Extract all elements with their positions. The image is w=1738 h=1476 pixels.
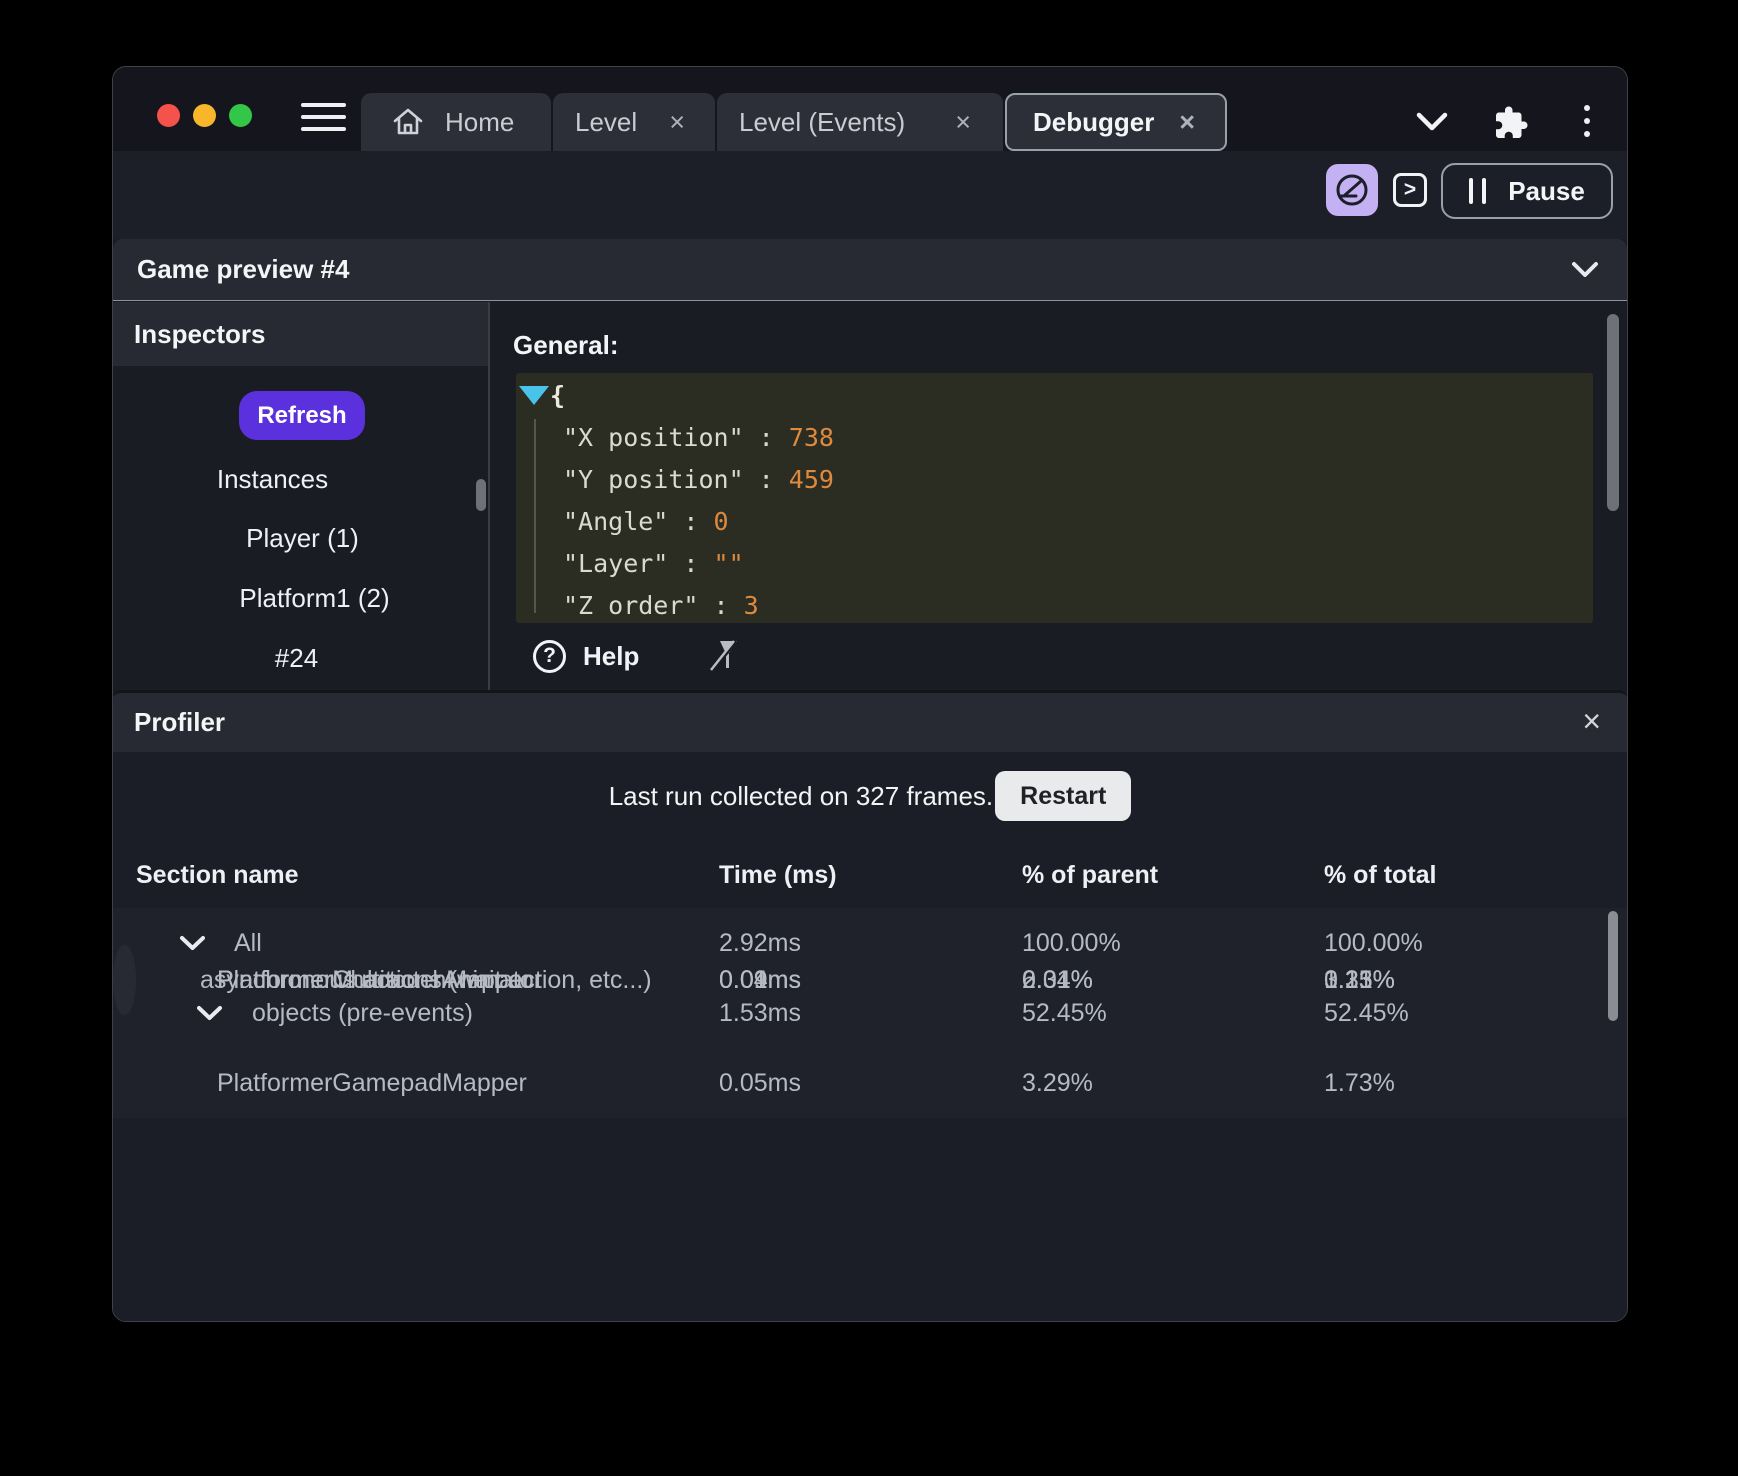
code-line: { — [550, 381, 566, 410]
time-value: 0.04ms — [719, 965, 801, 994]
table-row[interactable]: PlatformerGamepadMapper 0.05ms 3.29% 1.7… — [113, 1048, 1627, 1118]
tab-level-events[interactable]: Level (Events) × — [717, 93, 1003, 151]
collapse-chevron-icon[interactable] — [1571, 261, 1599, 279]
pause-button[interactable]: Pause — [1441, 163, 1613, 219]
profiler-status-row: Last run collected on 327 frames. Restar… — [113, 771, 1627, 821]
extensions-puzzle-icon[interactable] — [1493, 105, 1529, 141]
more-options-icon[interactable] — [1583, 105, 1591, 139]
pin-off-icon[interactable] — [709, 639, 741, 673]
percent-total: 1.23% — [1324, 965, 1395, 994]
section-name: PlatformerMultitouchMapper — [217, 965, 532, 994]
code-value: 738 — [788, 423, 834, 452]
json-viewer: { "X position" : 738 "Y position" : 459 … — [516, 373, 1593, 623]
percent-total: 52.45% — [1324, 998, 1409, 1027]
close-tab-icon[interactable]: × — [1175, 108, 1199, 136]
general-scrollbar[interactable] — [1607, 314, 1619, 511]
tab-debugger[interactable]: Debugger × — [1005, 93, 1227, 151]
profiler-table-rows: All 2.92ms 100.00% 100.00% asynchronous … — [113, 908, 1627, 1321]
close-window-button[interactable] — [157, 104, 180, 127]
code-value: 3 — [743, 591, 759, 620]
collapse-triangle-icon[interactable] — [519, 386, 549, 405]
tab-home[interactable]: Home — [361, 93, 551, 151]
column-header: Time (ms) — [719, 860, 837, 889]
code-value: 459 — [788, 465, 834, 494]
column-header: % of total — [1324, 860, 1437, 889]
section-name: All — [234, 928, 262, 957]
column-header: Section name — [136, 860, 299, 889]
percent-parent: 2.34% — [1022, 965, 1093, 994]
chevron-down-icon[interactable] — [196, 1005, 223, 1022]
section-name: PlatformerGamepadMapper — [217, 1068, 527, 1097]
code-line: "Angle" : 0 — [563, 507, 729, 536]
percent-parent: 3.29% — [1022, 1068, 1093, 1097]
profiler-toggle-button[interactable] — [1326, 164, 1378, 216]
section-name: objects (pre-events) — [252, 998, 473, 1027]
close-profiler-icon[interactable]: × — [1582, 705, 1601, 737]
time-value: 0.05ms — [719, 1068, 801, 1097]
close-tab-icon[interactable]: × — [665, 108, 689, 136]
tab-label: Home — [445, 106, 515, 137]
pause-icon — [1469, 178, 1487, 204]
code-value: 0 — [713, 507, 729, 536]
percent-total: 100.00% — [1324, 928, 1423, 957]
help-row: ? Help — [533, 639, 741, 673]
refresh-button[interactable]: Refresh — [239, 391, 365, 440]
time-value: 2.92ms — [719, 928, 801, 957]
code-line: "X position" : 738 — [563, 423, 834, 452]
inspector-item-instances[interactable]: Instances — [217, 464, 328, 495]
code-value: "" — [713, 549, 744, 578]
game-preview-header[interactable]: Game preview #4 — [113, 239, 1627, 301]
code-line: "Layer" : "" — [563, 549, 744, 578]
close-tab-icon[interactable]: × — [951, 108, 975, 136]
inspector-item-platform1[interactable]: Platform1 (2) — [239, 583, 389, 614]
profiler-section: Profiler × Last run collected on 327 fra… — [113, 690, 1627, 1321]
game-preview-title: Game preview #4 — [137, 254, 350, 284]
percent-total: 1.73% — [1324, 1068, 1395, 1097]
main-panel: Game preview #4 Inspectors Refresh Insta… — [113, 239, 1627, 1321]
profiler-body: Last run collected on 327 frames. Restar… — [113, 752, 1627, 1321]
app-window: Home Level × Level (Events) × Debugger × — [112, 66, 1628, 1322]
percent-parent: 52.45% — [1022, 998, 1107, 1027]
table-row[interactable]: PlatformerMultitouchMapper 0.04ms 2.34% … — [113, 945, 1395, 1015]
chevron-down-icon[interactable] — [1415, 111, 1449, 133]
inspectors-panel: Inspectors Refresh Instances Player (1) … — [113, 302, 490, 690]
maximize-window-button[interactable] — [229, 104, 252, 127]
code-line: "Y position" : 459 — [563, 465, 834, 494]
profiler-status-text: Last run collected on 327 frames. — [608, 780, 994, 811]
titlebar: Home Level × Level (Events) × Debugger × — [113, 67, 1627, 151]
inspector-content: Inspectors Refresh Instances Player (1) … — [113, 302, 1627, 690]
tab-label: Level (Events) — [739, 106, 906, 137]
pause-label: Pause — [1508, 175, 1585, 206]
console-prompt-icon: > — [1403, 178, 1417, 201]
inspectors-header: Inspectors — [113, 302, 488, 366]
tab-label: Debugger — [1033, 106, 1155, 137]
profiler-table-header: Section name Time (ms) % of parent % of … — [113, 850, 1627, 900]
debugger-toolbar: > Pause — [113, 151, 1627, 239]
code-line: "Z order" : 3 — [563, 591, 759, 620]
menu-icon[interactable] — [301, 103, 346, 133]
inspectors-title: Inspectors — [134, 318, 266, 349]
minimize-window-button[interactable] — [193, 104, 216, 127]
profiler-title: Profiler — [134, 707, 226, 737]
percent-parent: 100.00% — [1022, 928, 1121, 957]
general-panel: General: { "X position" : 738 "Y positio… — [492, 302, 1627, 690]
profiler-gauge-icon — [1336, 174, 1368, 206]
inspector-item-instance-24[interactable]: #24 — [275, 643, 318, 674]
column-header: % of parent — [1022, 860, 1159, 889]
tab-label: Level — [575, 106, 638, 137]
inspector-item-player[interactable]: Player (1) — [246, 523, 359, 554]
inspectors-scrollbar[interactable] — [476, 479, 486, 511]
tab-level[interactable]: Level × — [553, 93, 715, 151]
profiler-header: Profiler × — [113, 690, 1627, 752]
home-icon — [393, 108, 423, 135]
general-title: General: — [513, 330, 619, 360]
time-value: 1.53ms — [719, 998, 801, 1027]
profiler-table-scrollbar[interactable] — [1608, 911, 1618, 1021]
indent-guide — [534, 419, 536, 613]
help-link[interactable]: Help — [583, 641, 639, 672]
chevron-down-icon[interactable] — [179, 935, 206, 952]
console-toggle-button[interactable]: > — [1393, 173, 1427, 207]
help-icon[interactable]: ? — [533, 639, 566, 673]
restart-button[interactable]: Restart — [995, 771, 1132, 821]
